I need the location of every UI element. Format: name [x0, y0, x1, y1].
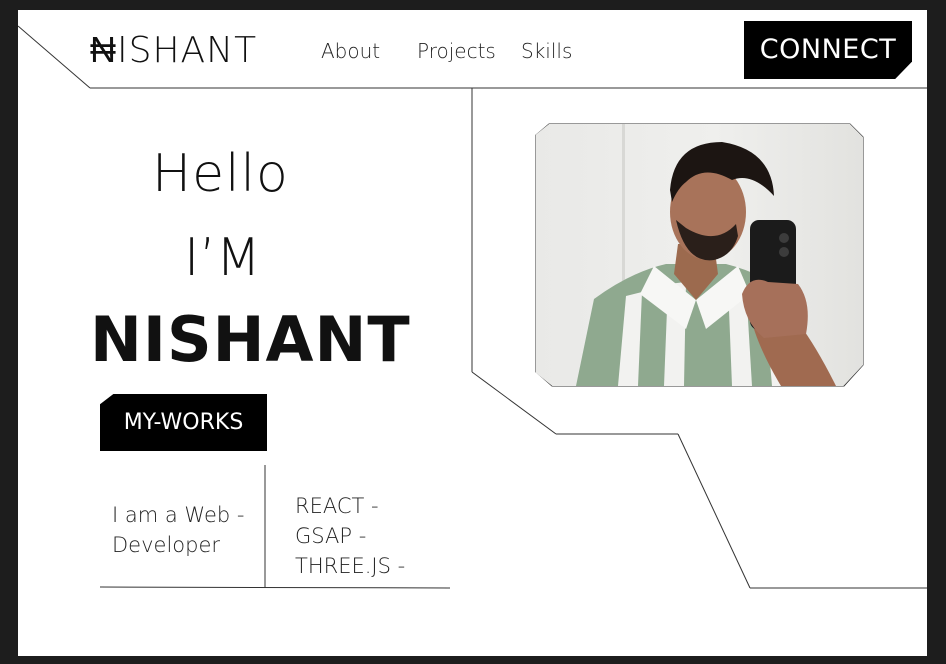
portfolio-page: ₦ISHANT About Projects Skills CONNECT He… — [18, 10, 927, 656]
hero-im: I’M — [184, 228, 261, 288]
hero-greeting: Hello — [152, 144, 289, 204]
role-line-2: Developer — [112, 533, 221, 557]
skill-item-threejs: THREE.JS - — [295, 554, 406, 578]
skills-list: REACT - GSAP - THREE.JS - — [295, 491, 465, 581]
profile-photo — [536, 124, 863, 386]
logo[interactable]: ₦ISHANT — [90, 30, 257, 72]
nav-about[interactable]: About — [321, 39, 380, 63]
hero-name: NISHANT — [90, 303, 411, 376]
role-line-1: I am a Web - — [112, 503, 245, 527]
nav-projects[interactable]: Projects — [417, 39, 496, 63]
connect-button[interactable]: CONNECT — [744, 21, 912, 79]
portrait-illustration — [576, 142, 836, 386]
role-description: I am a Web - Developer — [112, 500, 262, 560]
nav-skills[interactable]: Skills — [521, 39, 572, 63]
skill-item-gsap: GSAP - — [295, 524, 367, 548]
my-works-button[interactable]: MY-WORKS — [100, 394, 267, 451]
skill-item-react: REACT - — [295, 494, 379, 518]
